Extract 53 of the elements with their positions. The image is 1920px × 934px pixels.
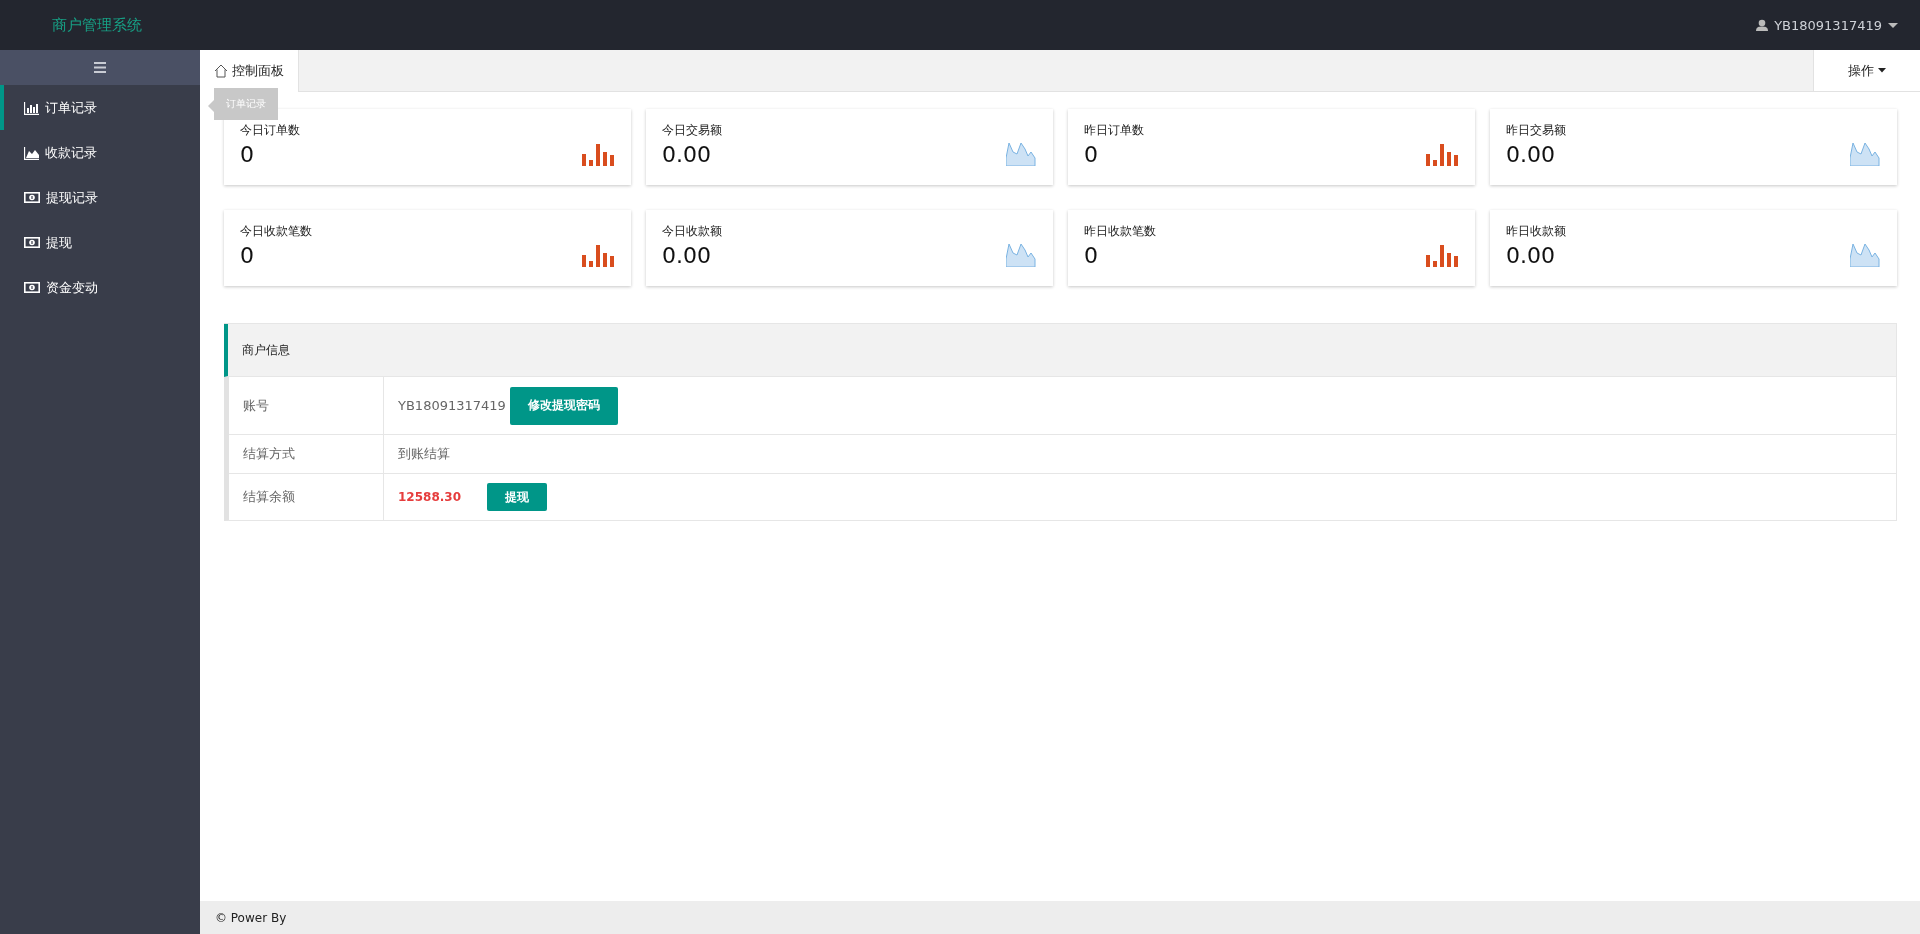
stat-value: 0: [240, 244, 255, 268]
area-sparkline-icon: [1006, 140, 1036, 166]
change-password-button[interactable]: 修改提现密码: [509, 386, 618, 425]
field-value: YB18091317419: [398, 398, 506, 413]
stat-value: 0: [240, 143, 255, 167]
banknote-icon: [24, 236, 40, 249]
stat-value: 0.00: [662, 143, 712, 167]
bar-chart-icon: [24, 100, 39, 115]
bar-sparkline-icon: [1426, 144, 1458, 166]
menu-icon: [94, 62, 106, 73]
bar-sparkline-icon: [1426, 245, 1458, 267]
area-sparkline-icon: [1006, 241, 1036, 267]
bar-sparkline-icon: [582, 144, 614, 166]
actions-dropdown[interactable]: 操作: [1813, 50, 1920, 91]
footer-text: © Power By: [215, 910, 287, 925]
field-label: 结算方式: [229, 435, 384, 473]
stat-value: 0: [1084, 244, 1099, 268]
balance-amount: 12588.30: [398, 490, 461, 504]
stat-label: 昨日收款额: [1506, 223, 1566, 240]
field-value: 到账结算: [398, 445, 450, 463]
stat-value: 0: [1084, 143, 1099, 167]
caret-icon: [1878, 68, 1886, 73]
stat-label: 今日订单数: [240, 122, 300, 139]
stat-label: 昨日收款笔数: [1084, 223, 1156, 240]
sidebar-item[interactable]: 提现记录: [0, 175, 200, 220]
banknote-icon: [24, 191, 40, 204]
user-icon: [1756, 19, 1769, 31]
sidebar-item[interactable]: 提现: [0, 220, 200, 265]
panel-title: 商户信息: [242, 341, 290, 359]
sidebar-item[interactable]: 收款记录: [0, 130, 200, 175]
area-chart-icon: [24, 145, 39, 160]
stat-label: 今日交易额: [662, 122, 722, 139]
stat-label: 昨日订单数: [1084, 122, 1144, 139]
user-menu[interactable]: YB18091317419: [1756, 17, 1898, 33]
bar-sparkline-icon: [582, 245, 614, 267]
field-label: 结算余额: [229, 474, 384, 520]
app-title: 商户管理系统: [52, 15, 142, 35]
banknote-icon: [24, 281, 40, 294]
area-sparkline-icon: [1850, 241, 1880, 267]
stat-value: 0.00: [1506, 244, 1556, 268]
caret-icon: [1888, 22, 1898, 28]
home-icon: [214, 64, 228, 78]
stat-label: 今日收款笔数: [240, 223, 312, 240]
sidebar-toggle[interactable]: [0, 50, 200, 85]
field-label: 账号: [229, 377, 384, 434]
sidebar-item[interactable]: 资金变动: [0, 265, 200, 310]
tab[interactable]: 控制面板: [200, 50, 299, 92]
withdraw-button[interactable]: 提现: [487, 483, 547, 511]
stat-value: 0.00: [662, 244, 712, 268]
stat-label: 今日收款额: [662, 223, 722, 240]
area-sparkline-icon: [1850, 140, 1880, 166]
stat-value: 0.00: [1506, 143, 1556, 167]
stat-label: 昨日交易额: [1506, 122, 1566, 139]
